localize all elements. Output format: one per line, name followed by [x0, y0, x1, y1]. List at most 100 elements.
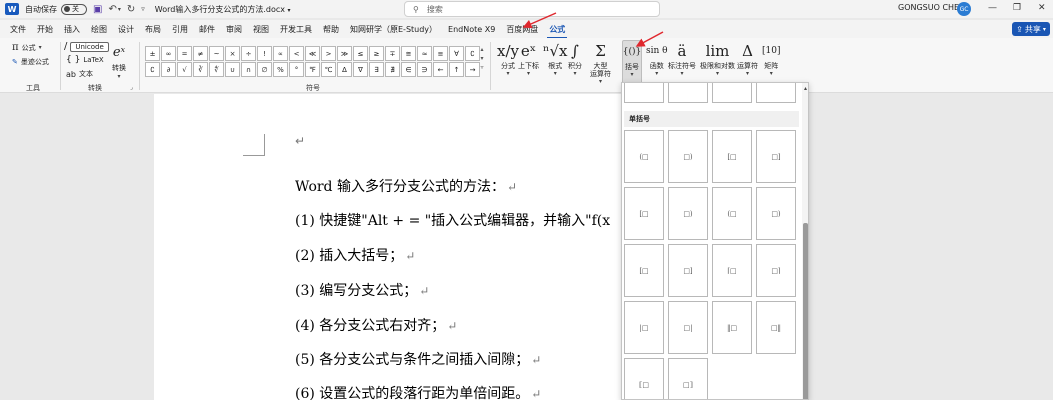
- symbol-button[interactable]: ≪: [305, 46, 320, 61]
- symbol-button[interactable]: ≥: [369, 46, 384, 61]
- undo-dropdown-icon[interactable]: ▾: [118, 6, 121, 13]
- document-line[interactable]: Word 输入多行分支公式的方法： ↵: [295, 176, 517, 196]
- bracket-option[interactable]: [624, 83, 664, 103]
- symbol-button[interactable]: <: [289, 46, 304, 61]
- symbol-button[interactable]: ∜: [209, 62, 224, 77]
- bracket-option[interactable]: [668, 83, 708, 103]
- text-button[interactable]: ab 文本: [66, 69, 93, 79]
- save-icon[interactable]: ▣: [93, 4, 102, 15]
- symbol-button[interactable]: >: [321, 46, 336, 61]
- tab-8[interactable]: 审阅: [226, 24, 242, 35]
- redo-icon[interactable]: ↻: [127, 4, 135, 15]
- document-line[interactable]: (5) 各分支公式与条件之间插入间隙； ↵: [295, 349, 541, 369]
- scroll-down-icon[interactable]: ▾: [480, 55, 483, 62]
- symbol-button[interactable]: ∆: [337, 62, 352, 77]
- symbol-button[interactable]: ≈: [417, 46, 432, 61]
- symbol-button[interactable]: =: [177, 46, 192, 61]
- bracket-option[interactable]: [712, 83, 752, 103]
- tab-6[interactable]: 引用: [172, 24, 188, 35]
- unicode-button[interactable]: / Unicode: [64, 41, 109, 52]
- bracket-option[interactable]: □): [668, 130, 708, 183]
- symbol-button[interactable]: ≫: [337, 46, 352, 61]
- customize-toolbar-icon[interactable]: ▿: [141, 5, 145, 13]
- expand-gallery-icon[interactable]: ▿: [480, 64, 483, 71]
- structure-button-9[interactable]: Δ 运算符 ▾: [737, 40, 758, 77]
- scroll-up-icon[interactable]: ▴: [802, 85, 808, 92]
- symbol-button[interactable]: ≅: [401, 46, 416, 61]
- tab-4[interactable]: 设计: [118, 24, 134, 35]
- structure-button-10[interactable]: [10] 矩阵 ▾: [762, 40, 780, 77]
- document-filename[interactable]: Word输入多行分支公式的方法.docx ▾: [155, 4, 291, 15]
- insert-equation-button[interactable]: π 公式 ▾: [12, 42, 42, 53]
- tab-10[interactable]: 开发工具: [280, 24, 312, 35]
- structure-button-0[interactable]: x/y 分式 ▾: [497, 40, 519, 77]
- structure-button-6[interactable]: sin θ 函数 ▾: [646, 40, 668, 77]
- bracket-option[interactable]: ‖□: [712, 301, 752, 354]
- document-line[interactable]: (2) 插入大括号； ↵: [295, 245, 415, 265]
- symbol-button[interactable]: ×: [225, 46, 240, 61]
- tab-9[interactable]: 视图: [253, 24, 269, 35]
- symbol-button[interactable]: ∂: [161, 62, 176, 77]
- gallery-scrollbar[interactable]: ▴: [802, 83, 808, 399]
- symbol-button[interactable]: ∋: [417, 62, 432, 77]
- bracket-option[interactable]: [□: [624, 187, 664, 240]
- scrollbar-thumb[interactable]: [803, 223, 808, 399]
- bracket-option[interactable]: [□: [712, 130, 752, 183]
- bracket-option[interactable]: □): [756, 187, 796, 240]
- convert-button[interactable]: eˣ 转换 ▾: [112, 41, 126, 81]
- tab-14[interactable]: 百度网盘: [506, 24, 538, 35]
- symbol-button[interactable]: !: [257, 46, 272, 61]
- document-line[interactable]: (3) 编写分支公式； ↵: [295, 280, 429, 300]
- bracket-gallery[interactable]: 单括号 (□ □) [□ □] [□ □) (□ □) [□ □] ⌈□ □⌉ |□ □| ‖□ □‖ ⟦□ □⟧…: [621, 82, 809, 400]
- structure-button-4[interactable]: Σ 大型 运算符 ▾: [590, 40, 611, 85]
- symbol-button[interactable]: ↑: [449, 62, 464, 77]
- symbol-button[interactable]: ∓: [385, 46, 400, 61]
- user-name[interactable]: GONGSUO CHEN: [898, 3, 965, 12]
- tab-0[interactable]: 文件: [10, 24, 26, 35]
- symbols-scroll[interactable]: ▴ ▾ ▿: [478, 46, 486, 77]
- bracket-option[interactable]: (□: [624, 130, 664, 183]
- minimize-icon[interactable]: —: [988, 3, 997, 13]
- bracket-option[interactable]: [□: [624, 244, 664, 297]
- tab-11[interactable]: 帮助: [323, 24, 339, 35]
- symbol-button[interactable]: ∩: [241, 62, 256, 77]
- symbol-button[interactable]: ℃: [321, 62, 336, 77]
- document-line[interactable]: (6) 设置公式的段落行距为单倍间距。 ↵: [295, 383, 541, 400]
- symbol-button[interactable]: ∛: [193, 62, 208, 77]
- bracket-option[interactable]: □): [668, 187, 708, 240]
- undo-icon[interactable]: ↶: [108, 4, 116, 15]
- bracket-option[interactable]: □]: [668, 244, 708, 297]
- bracket-option[interactable]: □|: [668, 301, 708, 354]
- symbol-button[interactable]: √: [177, 62, 192, 77]
- symbol-button[interactable]: °: [289, 62, 304, 77]
- bracket-option[interactable]: □⌉: [756, 244, 796, 297]
- tab-13[interactable]: EndNote X9: [448, 25, 495, 34]
- tab-7[interactable]: 邮件: [199, 24, 215, 35]
- bracket-option[interactable]: ⌈□: [712, 244, 752, 297]
- symbol-button[interactable]: ≤: [353, 46, 368, 61]
- symbol-button[interactable]: ∝: [273, 46, 288, 61]
- close-icon[interactable]: ✕: [1038, 3, 1046, 13]
- symbol-button[interactable]: ∅: [257, 62, 272, 77]
- structure-button-7[interactable]: ä 标注符号 ▾: [668, 40, 696, 77]
- bracket-option[interactable]: [756, 83, 796, 103]
- restore-icon[interactable]: ❐: [1013, 3, 1021, 13]
- bracket-option[interactable]: (□: [712, 187, 752, 240]
- tab-5[interactable]: 布局: [145, 24, 161, 35]
- document-line[interactable]: (4) 各分支公式右对齐； ↵: [295, 315, 457, 335]
- symbol-button[interactable]: ∀: [449, 46, 464, 61]
- symbol-button[interactable]: ~: [209, 46, 224, 61]
- symbol-button[interactable]: ℉: [305, 62, 320, 77]
- ink-equation-button[interactable]: ✎ 墨迹公式: [12, 57, 49, 67]
- structure-button-5[interactable]: {()} 括号 ▾: [622, 40, 642, 84]
- bracket-option[interactable]: □‖: [756, 301, 796, 354]
- symbol-button[interactable]: ∞: [161, 46, 176, 61]
- dialog-launcher-icon[interactable]: ⌟: [130, 84, 133, 91]
- bracket-option[interactable]: □]: [756, 130, 796, 183]
- symbol-button[interactable]: ∇: [353, 62, 368, 77]
- structure-button-3[interactable]: ∫ 积分 ▾: [568, 40, 582, 77]
- symbol-button[interactable]: ±: [145, 46, 160, 61]
- document-line[interactable]: (1) 快捷键"Alt + = "插入公式编辑器，并输入"f(x: [295, 210, 610, 230]
- symbol-button[interactable]: ÷: [241, 46, 256, 61]
- search-box[interactable]: ⚲ 搜索: [404, 1, 660, 17]
